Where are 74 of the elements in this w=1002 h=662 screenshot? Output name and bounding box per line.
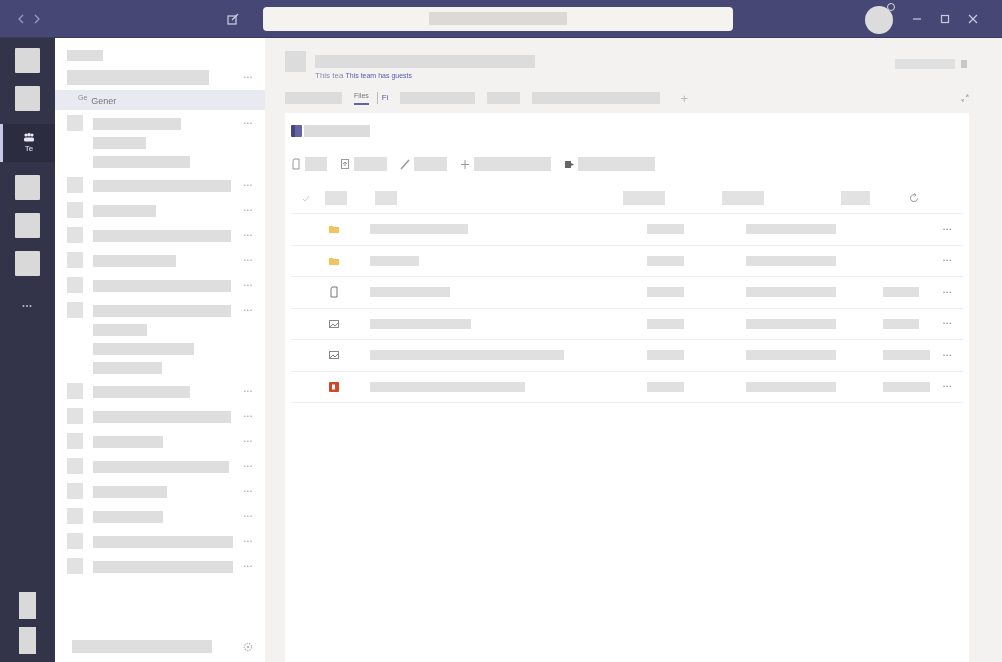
redacted-block	[304, 125, 370, 137]
app-tile[interactable]	[19, 592, 36, 619]
redacted-block	[647, 381, 684, 392]
redacted-block	[647, 224, 684, 235]
team-avatar	[67, 227, 83, 243]
redacted-block	[883, 318, 919, 329]
close-icon[interactable]	[968, 13, 978, 24]
redacted-block	[883, 381, 930, 392]
team-avatar	[67, 115, 83, 131]
team-avatar	[67, 177, 83, 193]
redacted-block	[67, 49, 103, 61]
team-avatar	[67, 558, 83, 574]
plus-icon[interactable]	[460, 158, 470, 170]
team-avatar	[67, 202, 83, 218]
redacted-block	[623, 191, 665, 205]
redacted-block	[354, 157, 387, 171]
redacted-block	[647, 318, 684, 329]
redacted-block	[93, 324, 147, 336]
app-tile[interactable]	[19, 627, 36, 654]
team-avatar	[67, 408, 83, 424]
image-icon[interactable]	[329, 317, 339, 330]
team-avatar	[67, 533, 83, 549]
team-avatar	[67, 433, 83, 449]
team-avatar	[67, 252, 83, 268]
app-tile[interactable]	[15, 251, 40, 276]
redacted-block	[647, 255, 684, 266]
redacted-block	[93, 362, 162, 374]
maximize-icon[interactable]	[940, 13, 950, 24]
redacted-block	[414, 157, 447, 171]
redacted-block	[305, 157, 327, 171]
team-subtitle: This tea	[315, 70, 344, 82]
upload-icon[interactable]	[340, 158, 350, 170]
back-forward-icon[interactable]	[18, 13, 40, 24]
redacted-block	[883, 287, 919, 298]
team-avatar	[67, 458, 83, 474]
app-tile[interactable]	[15, 86, 40, 111]
redacted-block	[722, 191, 764, 205]
redacted-block	[375, 191, 397, 205]
refresh-icon[interactable]	[909, 192, 919, 204]
app-tile[interactable]	[15, 213, 40, 238]
settings-icon[interactable]	[243, 641, 253, 652]
document-icon[interactable]	[291, 158, 301, 170]
pencil-icon[interactable]	[400, 158, 410, 170]
redacted-block	[93, 137, 146, 149]
compose-icon[interactable]	[227, 12, 239, 25]
search-field[interactable]	[263, 6, 733, 31]
redacted-block	[883, 350, 930, 361]
redacted-block	[93, 436, 163, 448]
team-avatar	[67, 483, 83, 499]
team-avatar	[67, 302, 83, 318]
document-icon[interactable]	[329, 286, 339, 299]
redacted-block	[93, 511, 163, 523]
team-avatar	[67, 508, 83, 524]
teams-app-icon	[291, 125, 302, 137]
app-tile[interactable]	[15, 48, 40, 73]
team-avatar	[67, 383, 83, 399]
image-icon[interactable]	[329, 349, 339, 362]
redacted-block	[647, 350, 684, 361]
redacted-block	[841, 191, 870, 205]
redacted-block	[370, 255, 419, 266]
folder-icon[interactable]	[329, 223, 339, 236]
channel-name: Gener	[91, 94, 117, 108]
people-icon	[23, 132, 35, 142]
expand-icon[interactable]	[961, 94, 969, 102]
powerpoint-icon[interactable]	[329, 380, 339, 393]
teams-button[interactable]: Te	[0, 124, 55, 162]
add-tab-button[interactable]: +	[680, 91, 689, 105]
avatar-icon[interactable]	[864, 2, 896, 35]
redacted-block	[93, 205, 156, 217]
redacted-block	[325, 191, 347, 205]
tab[interactable]: Fi	[376, 92, 389, 104]
team-avatar	[67, 277, 83, 293]
app-tile[interactable]	[15, 175, 40, 200]
redacted-block	[647, 287, 684, 298]
